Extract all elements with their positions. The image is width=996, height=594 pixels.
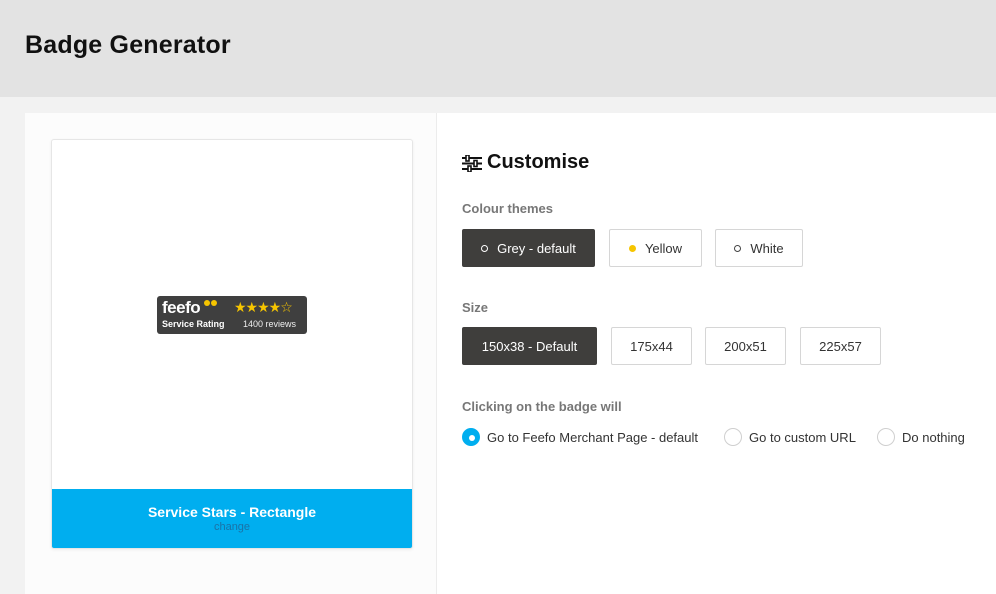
theme-yellow-button[interactable]: Yellow <box>609 229 702 267</box>
white-swatch-icon <box>734 244 742 252</box>
half-star-icon: ☆ <box>280 299 293 315</box>
star-rating-icon: ★★★★☆ <box>234 299 293 315</box>
yellow-swatch-icon <box>628 244 636 252</box>
colour-themes-label: Colour themes <box>462 201 554 216</box>
badge-preview-card: feefo Service Rating ★★★★☆ 1400 reviews … <box>51 139 413 549</box>
radio-do-nothing[interactable]: Do nothing <box>877 428 965 446</box>
radio-checked-icon <box>462 428 480 446</box>
theme-grey-label: Grey - default <box>497 240 576 256</box>
badge-review-count: 1400 reviews <box>243 319 297 329</box>
feefo-logo-eyes-icon <box>204 300 220 307</box>
theme-white-label: White <box>750 240 784 256</box>
preview-panel: feefo Service Rating ★★★★☆ 1400 reviews … <box>25 113 437 594</box>
size-225x57-button[interactable]: 225x57 <box>800 327 881 365</box>
change-badge-type-link[interactable]: change <box>52 521 412 533</box>
radio-do-nothing-label: Do nothing <box>902 429 965 445</box>
click-action-label: Clicking on the badge will <box>462 399 622 414</box>
full-stars: ★★★★ <box>234 299 281 315</box>
radio-merchant-page-label: Go to Feefo Merchant Page - default <box>487 429 699 445</box>
page-header: Badge Generator <box>0 0 996 97</box>
customise-heading: Customise <box>487 151 590 173</box>
main-content: feefo Service Rating ★★★★☆ 1400 reviews … <box>25 113 996 594</box>
radio-merchant-page[interactable]: Go to Feefo Merchant Page - default <box>462 428 698 446</box>
size-150x38-button[interactable]: 150x38 - Default <box>462 327 597 365</box>
size-175x44-button[interactable]: 175x44 <box>611 327 692 365</box>
grey-swatch-icon <box>481 244 489 252</box>
radio-custom-url[interactable]: Go to custom URL <box>724 428 856 446</box>
sliders-icon <box>462 155 482 172</box>
radio-unchecked-icon <box>877 428 895 446</box>
radio-unchecked-icon <box>724 428 742 446</box>
customise-panel: Customise Colour themes Grey - default Y… <box>437 113 996 594</box>
feefo-logo: feefo <box>162 298 201 317</box>
size-200x51-button[interactable]: 200x51 <box>705 327 786 365</box>
badge-type-footer: Service Stars - Rectangle change <box>52 489 412 548</box>
theme-white-button[interactable]: White <box>715 229 803 267</box>
badge-service-rating-label: Service Rating <box>162 319 225 329</box>
theme-grey-button[interactable]: Grey - default <box>462 229 595 267</box>
size-label: Size <box>462 300 489 315</box>
page-title: Badge Generator <box>25 31 231 59</box>
theme-yellow-label: Yellow <box>644 240 683 256</box>
feefo-badge-preview: feefo Service Rating ★★★★☆ 1400 reviews <box>157 296 307 334</box>
badge-type-title: Service Stars - Rectangle <box>147 504 317 520</box>
radio-custom-url-label: Go to custom URL <box>749 429 856 445</box>
